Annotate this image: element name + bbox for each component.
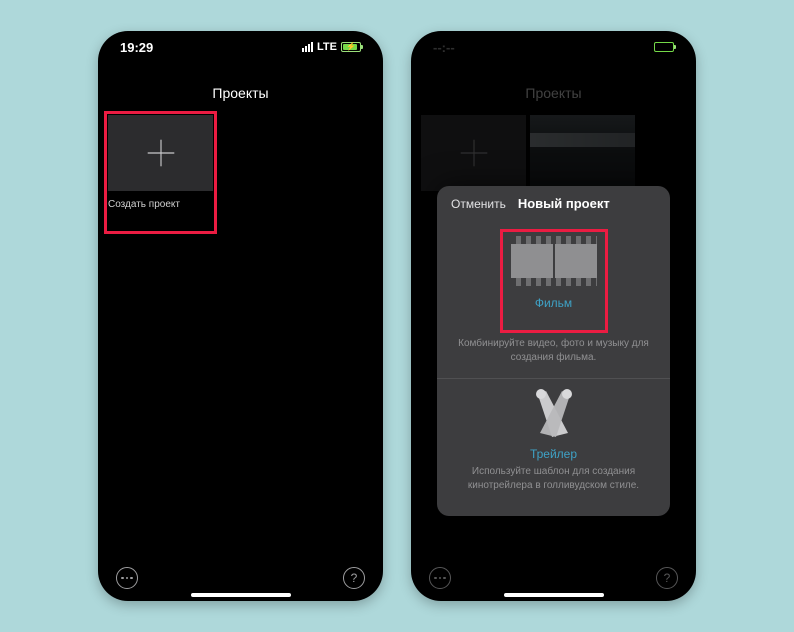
help-button[interactable]: ? bbox=[343, 567, 365, 589]
project-grid: Создать проект bbox=[98, 101, 383, 210]
status-indicators bbox=[654, 42, 674, 52]
highlight-box: Фильм bbox=[500, 229, 608, 333]
trailer-option-desc: Используйте шаблон для создания кинотрей… bbox=[455, 465, 652, 492]
clock: --:-- bbox=[433, 40, 455, 55]
home-indicator[interactable] bbox=[504, 593, 604, 597]
project-thumbnail[interactable] bbox=[530, 115, 635, 191]
modal-header: Отменить Новый проект bbox=[437, 186, 670, 221]
trailer-option-label: Трейлер bbox=[530, 447, 577, 461]
cancel-button[interactable]: Отменить bbox=[451, 197, 506, 211]
phone-right: --:-- Проекты Отменить Новый проект Филь… bbox=[411, 31, 696, 601]
movie-option[interactable]: Фильм Комбинируйте видео, фото и музыку … bbox=[437, 221, 670, 378]
filmstrip-icon bbox=[511, 236, 597, 286]
modal-title: Новый проект bbox=[518, 196, 610, 211]
plus-icon bbox=[455, 134, 493, 172]
signal-icon bbox=[302, 42, 313, 52]
movie-option-label: Фильм bbox=[511, 296, 597, 310]
plus-icon bbox=[142, 134, 180, 172]
network-label: LTE bbox=[317, 41, 337, 53]
create-project-tile[interactable] bbox=[421, 115, 526, 191]
trailer-option[interactable]: Трейлер Используйте шаблон для создания … bbox=[437, 378, 670, 506]
bottom-toolbar: ? bbox=[98, 567, 383, 589]
page-title: Проекты bbox=[411, 85, 696, 101]
home-indicator[interactable] bbox=[191, 593, 291, 597]
more-options-button[interactable] bbox=[429, 567, 451, 589]
create-project-label: Создать проект bbox=[108, 199, 213, 210]
clock: 19:29 bbox=[120, 40, 153, 55]
phone-left: 19:29 LTE ⚡ Проекты Создать проект ? bbox=[98, 31, 383, 601]
status-bar: --:-- bbox=[411, 31, 696, 63]
new-project-modal: Отменить Новый проект Фильм Комбинируйте… bbox=[437, 186, 670, 516]
spotlights-icon bbox=[524, 387, 584, 437]
status-bar: 19:29 LTE ⚡ bbox=[98, 31, 383, 63]
project-grid bbox=[411, 101, 696, 191]
movie-option-desc: Комбинируйте видео, фото и музыку для со… bbox=[455, 337, 652, 364]
create-project-tile[interactable]: Создать проект bbox=[108, 115, 213, 210]
battery-icon: ⚡ bbox=[341, 42, 361, 52]
create-project-box[interactable] bbox=[108, 115, 213, 191]
help-button[interactable]: ? bbox=[656, 567, 678, 589]
page-title: Проекты bbox=[98, 85, 383, 101]
bottom-toolbar: ? bbox=[411, 567, 696, 589]
status-indicators: LTE ⚡ bbox=[302, 41, 361, 53]
more-options-button[interactable] bbox=[116, 567, 138, 589]
battery-icon bbox=[654, 42, 674, 52]
create-project-box[interactable] bbox=[421, 115, 526, 191]
